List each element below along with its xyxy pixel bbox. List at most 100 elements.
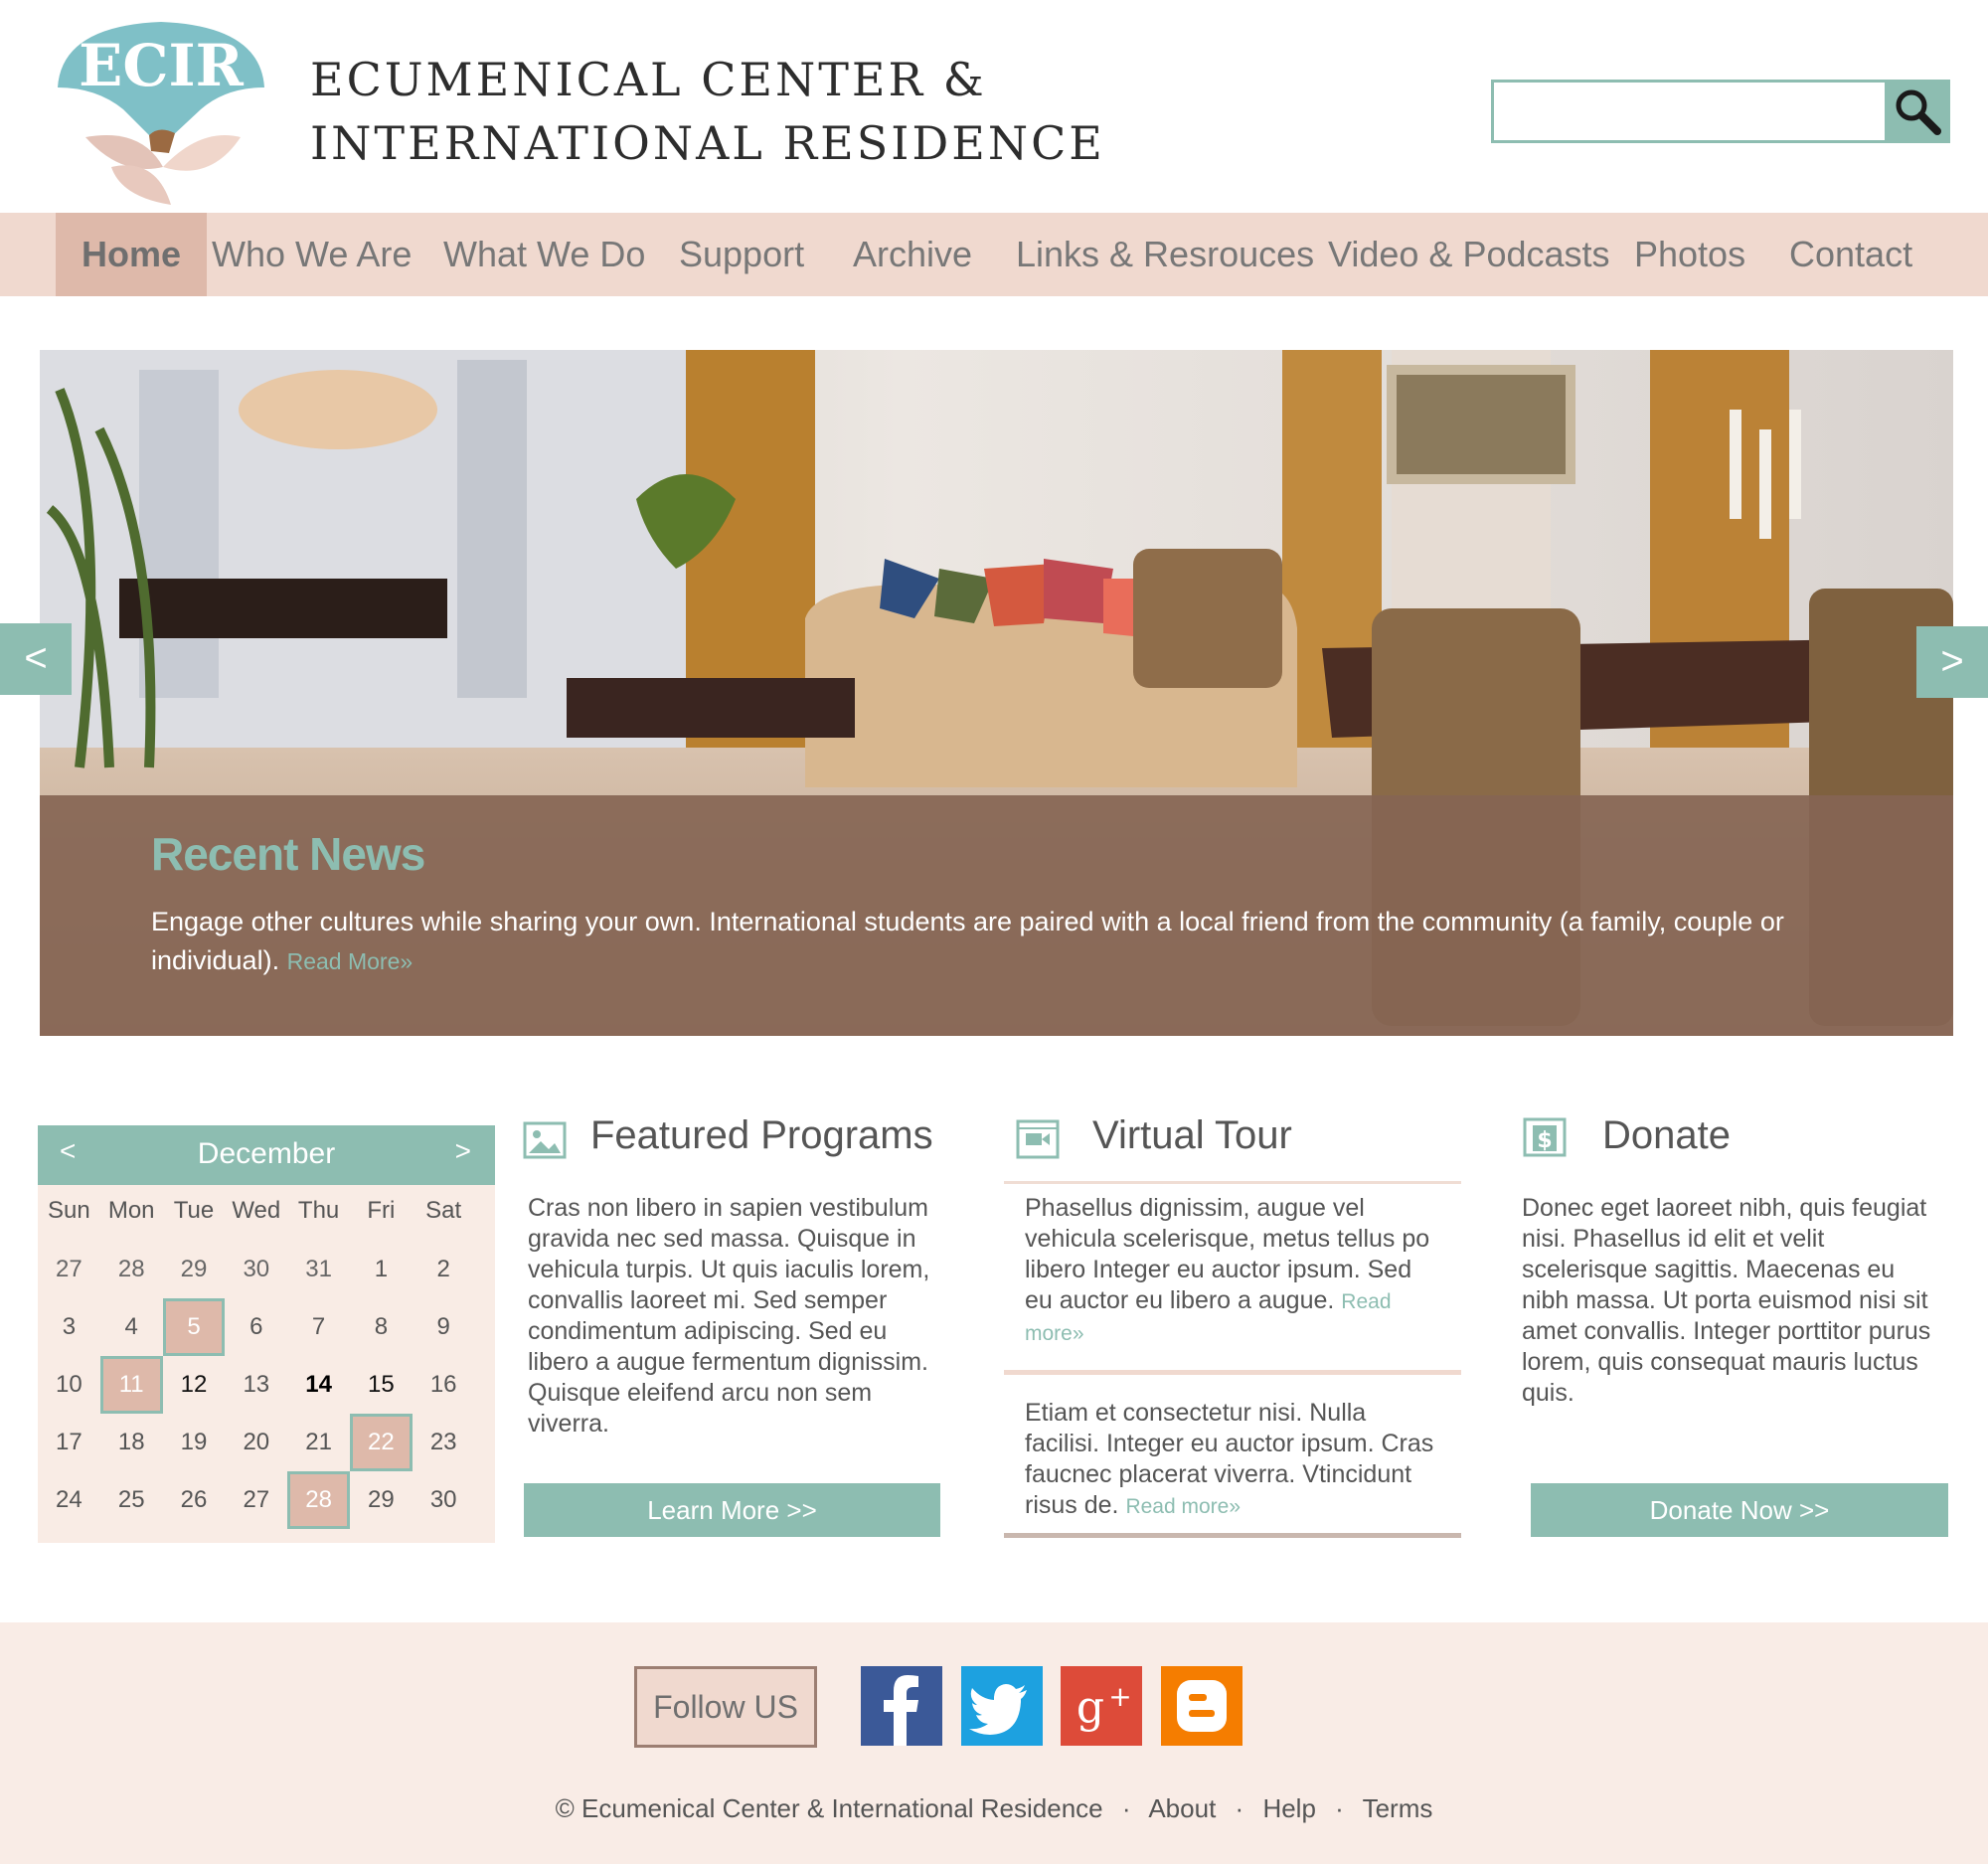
calendar-day[interactable]: 28 <box>100 1241 163 1298</box>
calendar-day[interactable]: 16 <box>413 1356 475 1414</box>
calendar-day-today[interactable]: 14 <box>287 1356 350 1414</box>
nav-item-archive[interactable]: Archive <box>853 213 972 296</box>
calendar-day[interactable]: 29 <box>350 1471 413 1529</box>
site-title: ECUMENICAL CENTER & INTERNATIONAL RESIDE… <box>310 48 1105 175</box>
facebook-icon[interactable] <box>861 1666 942 1746</box>
nav-item-photos[interactable]: Photos <box>1634 213 1745 296</box>
facebook-glyph <box>884 1675 918 1746</box>
calendar-day-event[interactable]: 28 <box>287 1471 350 1529</box>
footer-link-terms[interactable]: Terms <box>1363 1793 1433 1823</box>
virtual-tour-text-1: Phasellus dignissim, augue vel vehicula … <box>1025 1193 1442 1349</box>
calendar-day[interactable]: 10 <box>38 1356 100 1414</box>
nav-item-video-podcasts[interactable]: Video & Podcasts <box>1328 213 1610 296</box>
calendar-day[interactable]: 18 <box>100 1414 163 1471</box>
site-logo[interactable]: ECIR <box>52 18 270 207</box>
divider <box>1004 1370 1461 1375</box>
calendar-day[interactable]: 4 <box>100 1298 163 1356</box>
logo-text: ECIR <box>79 32 245 99</box>
weekday-label: Thu <box>297 1197 340 1224</box>
nav-item-contact[interactable]: Contact <box>1789 213 1912 296</box>
calendar-day[interactable]: 9 <box>413 1298 475 1356</box>
slider-next-button[interactable]: > <box>1916 626 1988 698</box>
svg-text:g: g <box>1077 1682 1104 1733</box>
google-plus-icon[interactable]: g + <box>1061 1666 1142 1746</box>
slider-prev-button[interactable]: < <box>0 623 72 695</box>
search-button[interactable] <box>1885 80 1950 143</box>
calendar-day[interactable]: 13 <box>225 1356 287 1414</box>
divider <box>1004 1181 1461 1184</box>
calendar-week: 10 11 12 13 14 15 16 <box>38 1356 495 1414</box>
donate-now-button[interactable]: Donate Now >> <box>1531 1483 1948 1537</box>
calendar-day[interactable]: 3 <box>38 1298 100 1356</box>
nav-item-links-resources[interactable]: Links & Resrouces <box>1016 213 1314 296</box>
featured-programs-text: Cras non libero in sapien vestibulum gra… <box>528 1194 930 1438</box>
weekday-label: Sun <box>48 1197 90 1224</box>
calendar-day[interactable]: 2 <box>413 1241 475 1298</box>
calendar-day[interactable]: 17 <box>38 1414 100 1471</box>
calendar-day[interactable]: 27 <box>225 1471 287 1529</box>
main-nav: Home Who We Are What We Do Support Archi… <box>0 213 1988 296</box>
calendar-week: 17 18 19 20 21 22 23 <box>38 1414 495 1471</box>
calendar-day[interactable]: 19 <box>163 1414 226 1471</box>
calendar-day[interactable]: 27 <box>38 1241 100 1298</box>
calendar-day[interactable]: 23 <box>413 1414 475 1471</box>
dollar-icon: $ <box>1523 1117 1567 1157</box>
calendar-next-button[interactable]: > <box>455 1135 471 1167</box>
footer: Follow US g + © Ecumenical Center & Inte… <box>0 1622 1988 1864</box>
donate-title: Donate <box>1602 1113 1731 1157</box>
calendar-day[interactable]: 30 <box>413 1471 475 1529</box>
calendar-day[interactable]: 21 <box>287 1414 350 1471</box>
news-read-more-link[interactable]: Read More» <box>287 948 414 974</box>
calendar-day[interactable]: 6 <box>225 1298 287 1356</box>
calendar-week: 27 28 29 30 31 1 2 <box>38 1241 495 1298</box>
video-camera-icon <box>1016 1119 1060 1159</box>
calendar-day[interactable]: 29 <box>163 1241 226 1298</box>
footer-link-about[interactable]: About <box>1148 1793 1216 1823</box>
nav-item-home[interactable]: Home <box>56 213 208 296</box>
svg-text:+: + <box>1108 1680 1131 1713</box>
calendar-grid: 27 28 29 30 31 1 2 3 4 5 6 7 8 9 10 11 1… <box>38 1241 495 1529</box>
weekday-label: Tue <box>173 1197 215 1224</box>
image-icon <box>523 1121 567 1159</box>
blogger-icon[interactable] <box>1161 1666 1242 1746</box>
calendar-day[interactable]: 25 <box>100 1471 163 1529</box>
calendar-day-event[interactable]: 5 <box>162 1298 226 1356</box>
search-input[interactable] <box>1491 80 1889 143</box>
nav-item-what-we-do[interactable]: What We Do <box>443 213 645 296</box>
weekday-label: Mon <box>107 1197 155 1224</box>
search-box <box>1491 80 1950 143</box>
news-title: Recent News <box>151 828 425 880</box>
calendar-day[interactable]: 12 <box>163 1356 226 1414</box>
calendar-day[interactable]: 8 <box>350 1298 413 1356</box>
learn-more-button[interactable]: Learn More >> <box>524 1483 940 1537</box>
hero-slider: Recent News Engage other cultures while … <box>40 350 1953 1036</box>
calendar-day[interactable]: 7 <box>287 1298 350 1356</box>
footer-links: © Ecumenical Center & International Resi… <box>0 1793 1988 1824</box>
calendar-day[interactable]: 31 <box>287 1241 350 1298</box>
calendar-day[interactable]: 1 <box>350 1241 413 1298</box>
calendar-day-event[interactable]: 22 <box>349 1414 413 1471</box>
calendar-day-event[interactable]: 11 <box>99 1356 163 1414</box>
calendar-day[interactable]: 30 <box>225 1241 287 1298</box>
calendar-day[interactable]: 24 <box>38 1471 100 1529</box>
footer-link-help[interactable]: Help <box>1262 1793 1315 1823</box>
tour-item-2-read-more-link[interactable]: Read more» <box>1125 1495 1241 1518</box>
calendar-week: 24 25 26 27 28 29 30 <box>38 1471 495 1529</box>
news-overlay: Recent News Engage other cultures while … <box>40 795 1953 1036</box>
calendar-weekdays: Sun Mon Tue Wed Thu Fri Sat <box>38 1197 495 1237</box>
follow-us-label: Follow US <box>634 1666 817 1748</box>
weekday-label: Sat <box>425 1197 462 1224</box>
copyright-text: © Ecumenical Center & International Resi… <box>555 1793 1103 1823</box>
twitter-icon[interactable] <box>961 1666 1043 1746</box>
separator: · <box>1335 1793 1344 1823</box>
site-title-line2: INTERNATIONAL RESIDENCE <box>310 116 1105 170</box>
search-icon <box>1896 89 1941 135</box>
calendar-month: December <box>197 1137 336 1170</box>
calendar-day[interactable]: 20 <box>225 1414 287 1471</box>
nav-item-who-we-are[interactable]: Who We Are <box>212 213 412 296</box>
calendar-day[interactable]: 15 <box>350 1356 413 1414</box>
virtual-tour-title: Virtual Tour <box>1092 1113 1292 1157</box>
separator: · <box>1121 1793 1131 1823</box>
calendar-day[interactable]: 26 <box>163 1471 226 1529</box>
nav-item-support[interactable]: Support <box>679 213 804 296</box>
